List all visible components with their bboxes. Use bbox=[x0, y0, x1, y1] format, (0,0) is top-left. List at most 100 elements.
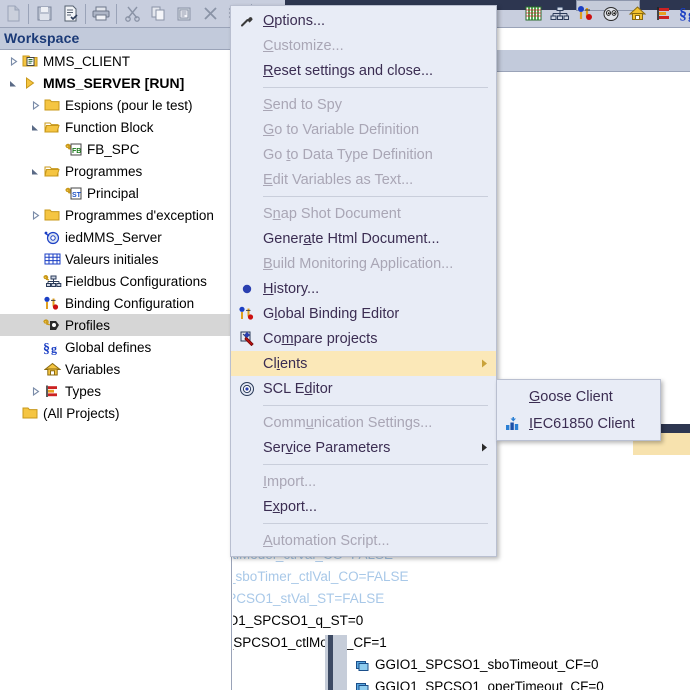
tree-expander-expanded-icon[interactable] bbox=[28, 160, 42, 182]
history-dot-icon bbox=[231, 276, 263, 301]
menu-item-label: Goose Client bbox=[529, 388, 613, 405]
tree-item-label: Variables bbox=[65, 361, 121, 377]
submenu-arrow-icon bbox=[481, 435, 488, 460]
document-line-text: GGIO1_SPCSO1_ctlModel_CF=1 bbox=[233, 635, 387, 650]
menu-item-label: Customize... bbox=[263, 37, 344, 54]
menu-item-goose-client[interactable]: Goose Client bbox=[497, 383, 660, 410]
tree-item-label: Profiles bbox=[65, 317, 111, 333]
document-line: GGIO1_SPCSO1_q_ST=0 bbox=[233, 613, 363, 628]
types-icon bbox=[42, 380, 62, 402]
tree-item-all-projects[interactable]: (All Projects) bbox=[0, 402, 231, 424]
tree-item-label: Global defines bbox=[65, 339, 152, 355]
st-program-icon: ST bbox=[64, 182, 84, 204]
copy-icon[interactable] bbox=[145, 1, 171, 27]
tree-expander-collapsed-icon[interactable] bbox=[28, 94, 42, 116]
pane-splitter[interactable] bbox=[325, 635, 347, 690]
tree-expander-empty bbox=[50, 138, 64, 160]
tree-item-espions-pour-le-test[interactable]: Espions (pour le test) bbox=[0, 94, 231, 116]
folder-open-icon bbox=[42, 160, 62, 182]
print-icon[interactable] bbox=[88, 1, 114, 27]
menu-item-clients[interactable]: Clients bbox=[231, 351, 496, 376]
tree-expander-empty bbox=[28, 314, 42, 336]
svg-text:§: § bbox=[679, 6, 687, 22]
tree-item-programmes-d-exception[interactable]: Programmes d'exception bbox=[0, 204, 231, 226]
tree-expander-empty bbox=[28, 336, 42, 358]
fieldbus-icon bbox=[42, 270, 62, 292]
tree-expander-collapsed-icon[interactable] bbox=[28, 380, 42, 402]
tree-item-mms-client[interactable]: MMS_CLIENT bbox=[0, 50, 231, 72]
folder-icon bbox=[42, 94, 62, 116]
menu-item-export[interactable]: Export... bbox=[231, 494, 496, 519]
save-icon[interactable] bbox=[31, 1, 57, 27]
tree-item-label: MMS_CLIENT bbox=[43, 53, 131, 69]
tree-item-principal[interactable]: ST Principal bbox=[0, 182, 231, 204]
run-arrow-icon bbox=[20, 72, 40, 94]
variables-grid-icon[interactable] bbox=[520, 1, 546, 27]
toolbar-separator bbox=[28, 3, 29, 24]
document-line-text: GGIO1_SPCSO1_q_ST=0 bbox=[233, 613, 364, 628]
clients-submenu[interactable]: Goose Client IEC61850 Client bbox=[496, 379, 661, 441]
types-icon[interactable] bbox=[650, 1, 676, 27]
folder-icon bbox=[20, 402, 40, 424]
tree-item-label: Valeurs initiales bbox=[65, 251, 159, 267]
tree-item-variables[interactable]: Variables bbox=[0, 358, 231, 380]
tree-expander-empty bbox=[50, 182, 64, 204]
tree-item-valeurs-initiales[interactable]: Valeurs initiales bbox=[0, 248, 231, 270]
new-document-icon[interactable] bbox=[0, 1, 26, 27]
global-defines-icon: § g bbox=[42, 336, 62, 358]
tree-expander-expanded-icon[interactable] bbox=[6, 72, 20, 94]
spy-icon[interactable] bbox=[598, 1, 624, 27]
tree-item-programmes[interactable]: Programmes bbox=[0, 160, 231, 182]
menu-separator bbox=[263, 464, 488, 465]
svg-text:ST: ST bbox=[72, 192, 82, 199]
menu-separator bbox=[263, 405, 488, 406]
save-all-icon[interactable] bbox=[57, 1, 83, 27]
menu-item-label: Go to Variable Definition bbox=[263, 121, 420, 138]
menu-separator bbox=[263, 196, 488, 197]
menu-separator bbox=[263, 523, 488, 524]
cut-icon[interactable] bbox=[119, 1, 145, 27]
menu-item-iec61850-client[interactable]: IEC61850 Client bbox=[497, 410, 660, 437]
menu-item-label: Reset settings and close... bbox=[263, 62, 434, 79]
tree-item-fieldbus-configurations[interactable]: Fieldbus Configurations bbox=[0, 270, 231, 292]
doc-var-icon bbox=[356, 682, 369, 690]
grid-icon bbox=[42, 248, 62, 270]
menu-item-customize: Customize... bbox=[231, 33, 496, 58]
menu-item-options[interactable]: Options... bbox=[231, 8, 496, 33]
tree-item-label: Programmes d'exception bbox=[65, 207, 214, 223]
menu-item-scl-editor[interactable]: SCL Editor bbox=[231, 376, 496, 401]
menu-item-icon-empty bbox=[231, 410, 263, 435]
tree-item-fb-spc[interactable]: FB FB_SPC bbox=[0, 138, 231, 160]
iec61850-icon bbox=[497, 411, 529, 436]
tree-item-mms-server-run[interactable]: MMS_SERVER [RUN] bbox=[0, 72, 231, 94]
tree-expander-expanded-icon[interactable] bbox=[28, 116, 42, 138]
document-line: GGIO1_SPCSO1_ctlModel_CF=1 bbox=[233, 635, 387, 650]
tree-item-profiles[interactable]: Profiles bbox=[0, 314, 231, 336]
menu-item-label: IEC61850 Client bbox=[529, 415, 635, 432]
tree-item-binding-configuration[interactable]: Binding Configuration bbox=[0, 292, 231, 314]
home-icon[interactable] bbox=[624, 1, 650, 27]
tree-expander-collapsed-icon[interactable] bbox=[28, 204, 42, 226]
fieldbus-icon[interactable] bbox=[546, 1, 572, 27]
menu-item-global-binding-editor[interactable]: Global Binding Editor bbox=[231, 301, 496, 326]
context-menu[interactable]: Options... Customize... Reset settings and… bbox=[230, 5, 497, 557]
paste-icon[interactable] bbox=[171, 1, 197, 27]
menu-item-label: Automation Script... bbox=[263, 532, 390, 549]
menu-item-label: Options... bbox=[263, 12, 326, 29]
document-line: GGIO1_SPCSO1_sboTimeout_CF=0 bbox=[356, 657, 598, 672]
menu-item-history[interactable]: History... bbox=[231, 276, 496, 301]
menu-item-generate-html-doc[interactable]: Generate Html Document... bbox=[231, 226, 496, 251]
global-defines-icon[interactable]: §g bbox=[676, 1, 690, 27]
tree-expander-collapsed-icon[interactable] bbox=[6, 50, 20, 72]
splitter-grip[interactable] bbox=[328, 635, 333, 690]
menu-item-service-parameters[interactable]: Service Parameters bbox=[231, 435, 496, 460]
tree-item-types[interactable]: Types bbox=[0, 380, 231, 402]
menu-item-reset-settings[interactable]: Reset settings and close... bbox=[231, 58, 496, 83]
menu-item-compare-projects[interactable]: Compare projects bbox=[231, 326, 496, 351]
delete-icon[interactable] bbox=[197, 1, 223, 27]
menu-item-label: Clients bbox=[263, 355, 308, 372]
tree-item-function-block[interactable]: Function Block bbox=[0, 116, 231, 138]
tree-item-global-defines[interactable]: § g Global defines bbox=[0, 336, 231, 358]
binding-config-icon[interactable] bbox=[572, 1, 598, 27]
tree-item-iedmms-server[interactable]: iedMMS_Server bbox=[0, 226, 231, 248]
